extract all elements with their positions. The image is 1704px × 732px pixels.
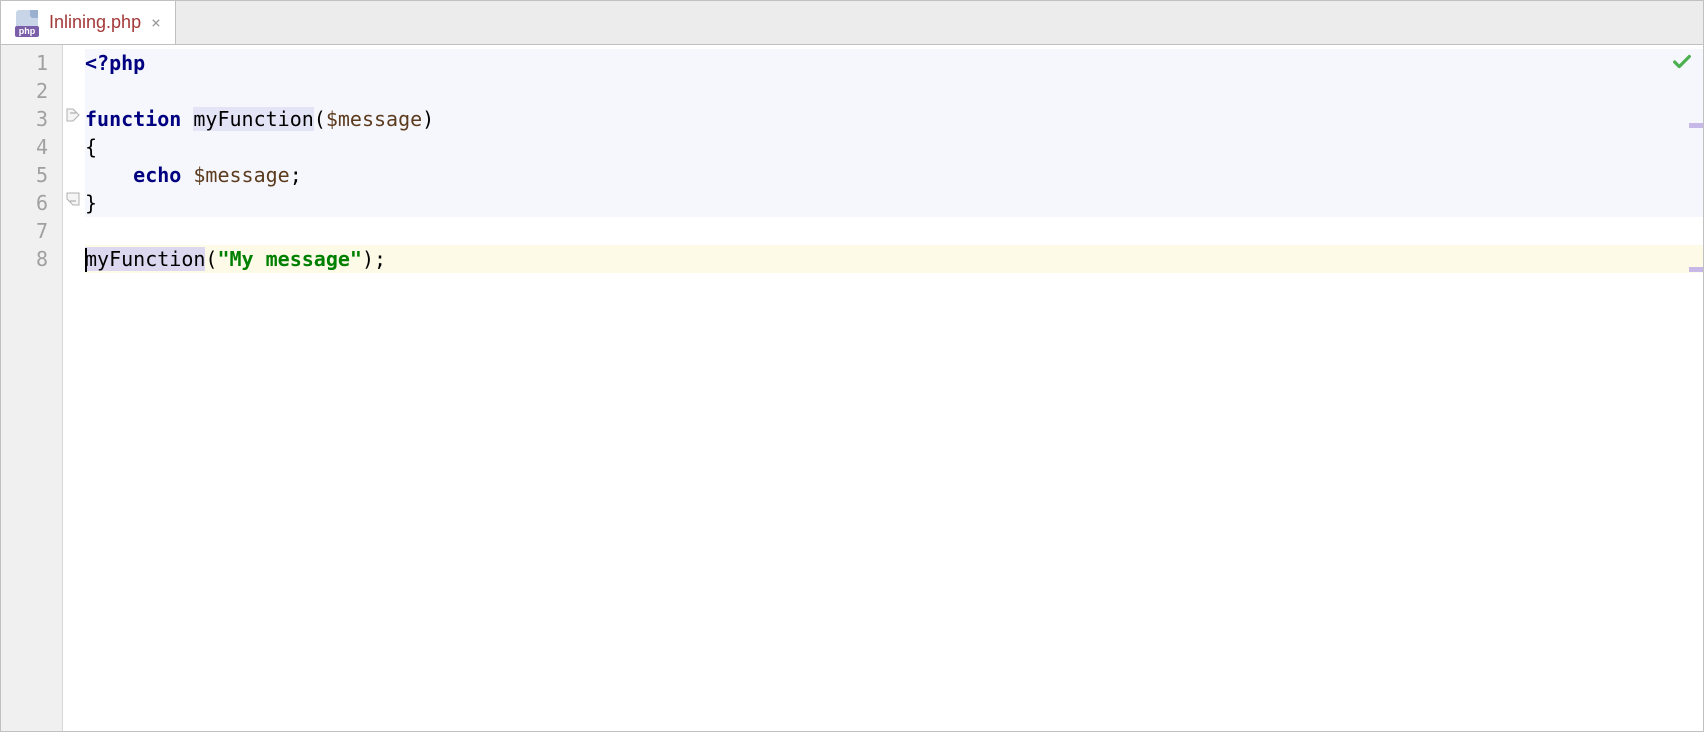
marker-stripe[interactable]	[1689, 123, 1703, 128]
tab-bar: php Inlining.php ×	[1, 1, 1703, 45]
line-number: 1	[1, 49, 62, 77]
line-number: 5	[1, 161, 62, 189]
file-tab[interactable]: php Inlining.php ×	[1, 1, 176, 44]
fold-end-icon[interactable]	[65, 191, 81, 207]
fold-gutter	[63, 45, 85, 731]
code-line: }	[85, 189, 1703, 217]
code-line	[85, 77, 1703, 105]
editor-window: php Inlining.php × 1 2 3 4 5 6 7 8 <?php	[0, 0, 1704, 732]
text-caret	[85, 248, 87, 272]
line-number: 2	[1, 77, 62, 105]
code-line: <?php	[85, 49, 1703, 77]
tab-filename: Inlining.php	[49, 12, 141, 33]
inspection-ok-icon[interactable]	[1671, 51, 1693, 78]
code-line: {	[85, 133, 1703, 161]
code-line: function myFunction($message)	[85, 105, 1703, 133]
code-line: echo $message;	[85, 161, 1703, 189]
marker-stripe[interactable]	[1689, 267, 1703, 272]
editor-body: 1 2 3 4 5 6 7 8 <?php function myFunctio…	[1, 45, 1703, 731]
line-number: 6	[1, 189, 62, 217]
line-number: 4	[1, 133, 62, 161]
line-number: 8	[1, 245, 62, 273]
code-line	[85, 217, 1703, 245]
line-number-gutter[interactable]: 1 2 3 4 5 6 7 8	[1, 45, 63, 731]
php-file-icon: php	[13, 9, 41, 37]
code-line: myFunction("My message");	[85, 245, 1703, 273]
line-number: 3	[1, 105, 62, 133]
close-icon[interactable]: ×	[149, 13, 163, 32]
fold-start-icon[interactable]	[65, 107, 81, 123]
line-number: 7	[1, 217, 62, 245]
code-area[interactable]: <?php function myFunction($message) { ec…	[85, 45, 1703, 731]
